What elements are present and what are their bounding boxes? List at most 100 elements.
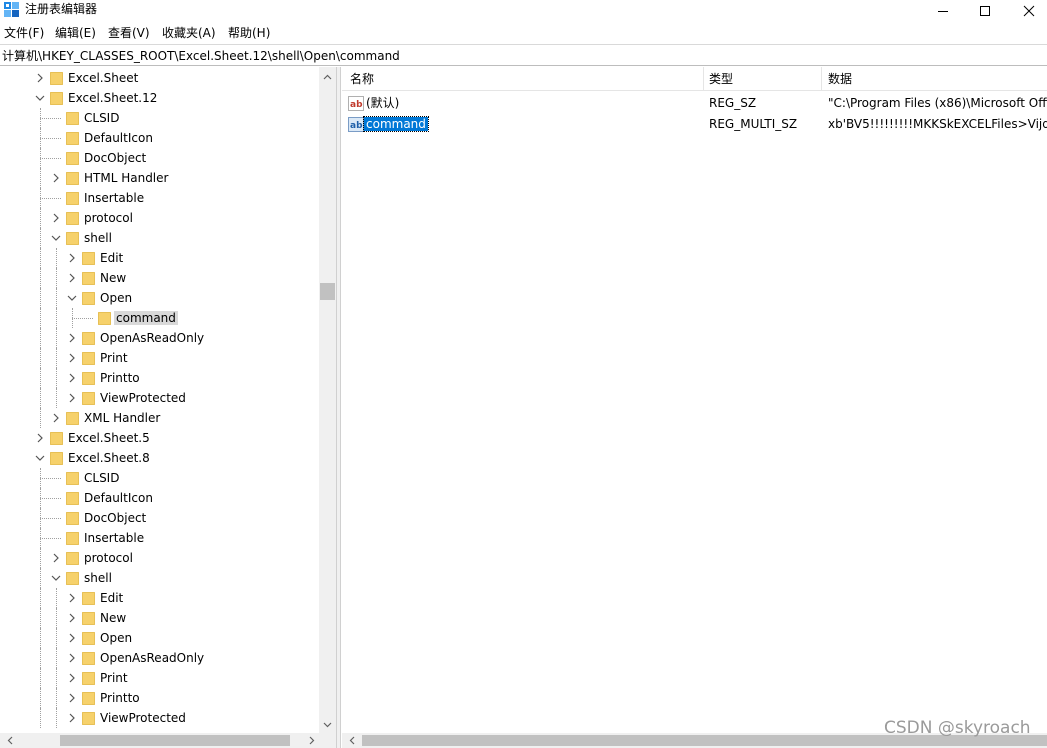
tree-node[interactable]: protocol [0,548,320,568]
chevron-right-icon[interactable] [67,653,77,663]
tree-node-label[interactable]: DefaultIcon [82,491,155,505]
column-divider[interactable] [703,67,704,91]
tree-node-label[interactable]: ViewProtected [98,391,188,405]
tree-node[interactable]: protocol [0,208,320,228]
tree-node[interactable]: Insertable [0,528,320,548]
menu-favorites[interactable]: 收藏夹(A) [162,26,216,40]
tree-node-label[interactable]: Insertable [82,531,146,545]
chevron-right-icon[interactable] [51,173,61,183]
tree-node[interactable]: DefaultIcon [0,488,320,508]
column-header-data[interactable]: 数据 [828,72,852,86]
tree-node[interactable]: ViewProtected [0,708,320,728]
chevron-right-icon[interactable] [35,433,45,443]
tree-node[interactable]: XML Handler [0,408,320,428]
tree-node[interactable]: shell [0,228,320,248]
tree-node[interactable]: CLSID [0,468,320,488]
tree-node[interactable]: Printto [0,688,320,708]
chevron-right-icon[interactable] [67,393,77,403]
tree-node-label[interactable]: ViewProtected [98,711,188,725]
tree-scroll-right-button[interactable] [304,733,319,748]
close-button[interactable] [1006,0,1047,22]
tree-node[interactable]: Edit [0,248,320,268]
tree-node-label[interactable]: Print [98,351,130,365]
tree-node-label[interactable]: DefaultIcon [82,131,155,145]
tree-node[interactable]: Insertable [0,188,320,208]
tree-node[interactable]: Edit [0,588,320,608]
value-name[interactable]: (默认) [366,96,399,110]
tree-node-label[interactable]: DocObject [82,511,148,525]
address-path[interactable]: 计算机\HKEY_CLASSES_ROOT\Excel.Sheet.12\she… [2,49,400,63]
chevron-right-icon[interactable] [67,713,77,723]
chevron-right-icon[interactable] [67,353,77,363]
tree-node-label[interactable]: Excel.Sheet.12 [66,91,159,105]
tree-node-label[interactable]: CLSID [82,111,121,125]
tree-node-label[interactable]: OpenAsReadOnly [98,651,206,665]
tree-node[interactable]: DocObject [0,508,320,528]
minimize-button[interactable] [920,0,966,22]
tree-node-label[interactable]: Printto [98,691,142,705]
tree-node[interactable]: HTML Handler [0,168,320,188]
tree-scroll-left-button[interactable] [2,733,17,748]
tree-node-label[interactable]: Edit [98,251,125,265]
chevron-down-icon[interactable] [51,573,61,583]
address-bar[interactable]: 计算机\HKEY_CLASSES_ROOT\Excel.Sheet.12\she… [0,44,1047,66]
tree-node-label[interactable]: Excel.Sheet.5 [66,431,152,445]
tree-node[interactable]: Excel.Sheet.12 [0,88,320,108]
column-header-type[interactable]: 类型 [709,72,733,86]
tree-scroll-thumb[interactable] [320,283,335,300]
chevron-right-icon[interactable] [67,273,77,283]
tree-node-label[interactable]: XML Handler [82,411,162,425]
tree-node-label[interactable]: protocol [82,551,135,565]
chevron-right-icon[interactable] [67,333,77,343]
tree-node-label[interactable]: CLSID [82,471,121,485]
tree-node-label[interactable]: command [114,311,178,325]
tree-node[interactable]: ViewProtected [0,388,320,408]
tree-node[interactable]: command [0,308,320,328]
chevron-down-icon[interactable] [35,93,45,103]
tree-node[interactable]: OpenAsReadOnly [0,328,320,348]
chevron-down-icon[interactable] [67,293,77,303]
chevron-down-icon[interactable] [51,233,61,243]
tree-node-label[interactable]: Printto [98,371,142,385]
tree-node[interactable]: Open [0,288,320,308]
column-header-name[interactable]: 名称 [350,72,374,86]
menu-file[interactable]: 文件(F) [4,26,44,40]
scroll-down-button[interactable] [320,717,335,732]
tree-node-label[interactable]: protocol [82,211,135,225]
tree-node-label[interactable]: OpenAsReadOnly [98,331,206,345]
chevron-right-icon[interactable] [51,213,61,223]
tree-node[interactable]: Printto [0,368,320,388]
column-divider[interactable] [821,67,822,91]
chevron-right-icon[interactable] [51,413,61,423]
values-list[interactable]: 名称 类型 数据 ab (默认) REG_SZ "C:\Program File… [342,67,1047,748]
value-row[interactable]: ab command REG_MULTI_SZ xb'BV5!!!!!!!!!M… [342,114,1047,135]
chevron-right-icon[interactable] [51,553,61,563]
chevron-right-icon[interactable] [67,613,77,623]
value-row[interactable]: ab (默认) REG_SZ "C:\Program Files (x86)\M… [342,93,1047,114]
chevron-right-icon[interactable] [67,673,77,683]
tree-node-label[interactable]: DocObject [82,151,148,165]
tree-node-label[interactable]: Excel.Sheet [66,71,140,85]
chevron-down-icon[interactable] [35,453,45,463]
tree-node-label[interactable]: Open [98,291,134,305]
tree-node-label[interactable]: shell [82,231,114,245]
maximize-button[interactable] [962,0,1008,22]
tree-node-label[interactable]: Edit [98,591,125,605]
key-tree[interactable]: Excel.Sheet Excel.Sheet.12 CLSID DefaultIco… [0,67,336,748]
tree-node-label[interactable]: Open [98,631,134,645]
menu-help[interactable]: 帮助(H) [228,26,270,40]
chevron-right-icon[interactable] [67,693,77,703]
list-scroll-left-button[interactable] [344,733,359,748]
menu-view[interactable]: 查看(V) [108,26,150,40]
chevron-right-icon[interactable] [67,593,77,603]
value-name[interactable]: command [363,116,429,132]
pane-splitter[interactable] [336,67,341,748]
chevron-right-icon[interactable] [67,633,77,643]
tree-node-label[interactable]: Excel.Sheet.8 [66,451,152,465]
tree-node[interactable]: New [0,268,320,288]
menu-edit[interactable]: 编辑(E) [55,26,96,40]
tree-node[interactable]: Print [0,668,320,688]
scroll-up-button[interactable] [320,69,335,84]
tree-node[interactable]: Excel.Sheet [0,68,320,88]
tree-node-label[interactable]: HTML Handler [82,171,170,185]
